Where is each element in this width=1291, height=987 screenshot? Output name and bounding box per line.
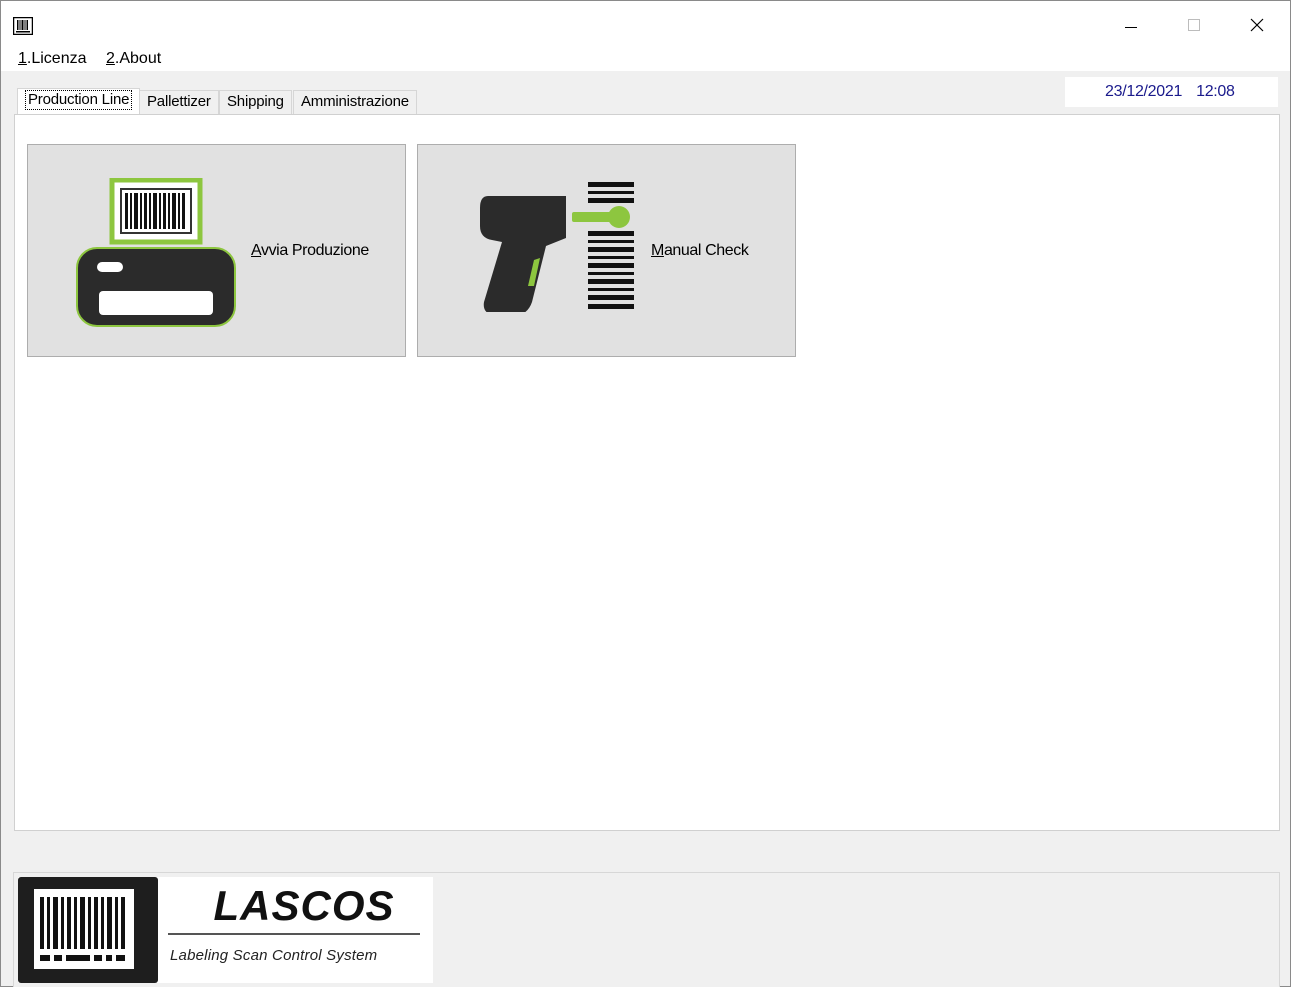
logo-title: LASCOS bbox=[213, 882, 395, 929]
manual-check-button[interactable]: Manual Check bbox=[417, 144, 796, 357]
button-label: vvia Produzione bbox=[260, 242, 369, 259]
tab-production-line[interactable]: Production Line bbox=[17, 88, 141, 114]
menu-item-about[interactable]: 2.About bbox=[106, 49, 161, 69]
manual-check-label: Manual Check bbox=[651, 242, 749, 260]
tab-label: Amministrazione bbox=[301, 93, 409, 110]
tab-label: Production Line bbox=[25, 90, 133, 110]
button-label: anual Check bbox=[663, 242, 749, 259]
menu-bar: 1.Licenza 2.About bbox=[1, 47, 1290, 71]
tab-pallettizer[interactable]: Pallettizer bbox=[139, 90, 219, 114]
minimize-button[interactable] bbox=[1101, 5, 1161, 45]
avvia-produzione-button[interactable]: Avvia Produzione bbox=[27, 144, 406, 357]
menu-label: .Licenza bbox=[26, 50, 87, 67]
button-accel: M bbox=[651, 242, 664, 259]
lascos-logo: LASCOS Labeling Scan Control System bbox=[18, 877, 433, 983]
avvia-produzione-label: Avvia Produzione bbox=[251, 242, 369, 260]
barcode-app-icon[interactable] bbox=[13, 17, 33, 35]
tab-label: Shipping bbox=[227, 93, 284, 110]
menu-item-licenza[interactable]: 1.Licenza bbox=[18, 49, 87, 69]
logo-subtitle: Labeling Scan Control System bbox=[170, 947, 378, 964]
menu-accel: 1 bbox=[18, 50, 27, 67]
button-accel: A bbox=[251, 242, 261, 259]
maximize-icon bbox=[1188, 19, 1200, 31]
logo-divider bbox=[168, 933, 420, 935]
title-bar[interactable] bbox=[1, 1, 1290, 47]
minimize-icon bbox=[1125, 27, 1137, 28]
logo-box bbox=[18, 877, 158, 983]
menu-label: .About bbox=[114, 50, 162, 67]
barcode-scanner-icon bbox=[480, 182, 634, 312]
date-text: 23/12/2021 bbox=[1105, 83, 1183, 100]
tab-shipping[interactable]: Shipping bbox=[219, 90, 292, 114]
close-button[interactable] bbox=[1227, 5, 1287, 45]
close-icon bbox=[1250, 18, 1264, 32]
tab-amministrazione[interactable]: Amministrazione bbox=[293, 90, 417, 114]
menu-accel: 2 bbox=[106, 50, 115, 67]
tab-label: Pallettizer bbox=[147, 93, 211, 110]
time-text: 12:08 bbox=[1196, 83, 1235, 100]
label-printer-icon bbox=[76, 178, 236, 327]
barcode-logo-icon bbox=[34, 889, 134, 969]
maximize-button[interactable] bbox=[1164, 5, 1224, 45]
datetime-display: 23/12/2021 12:08 bbox=[1065, 77, 1278, 107]
